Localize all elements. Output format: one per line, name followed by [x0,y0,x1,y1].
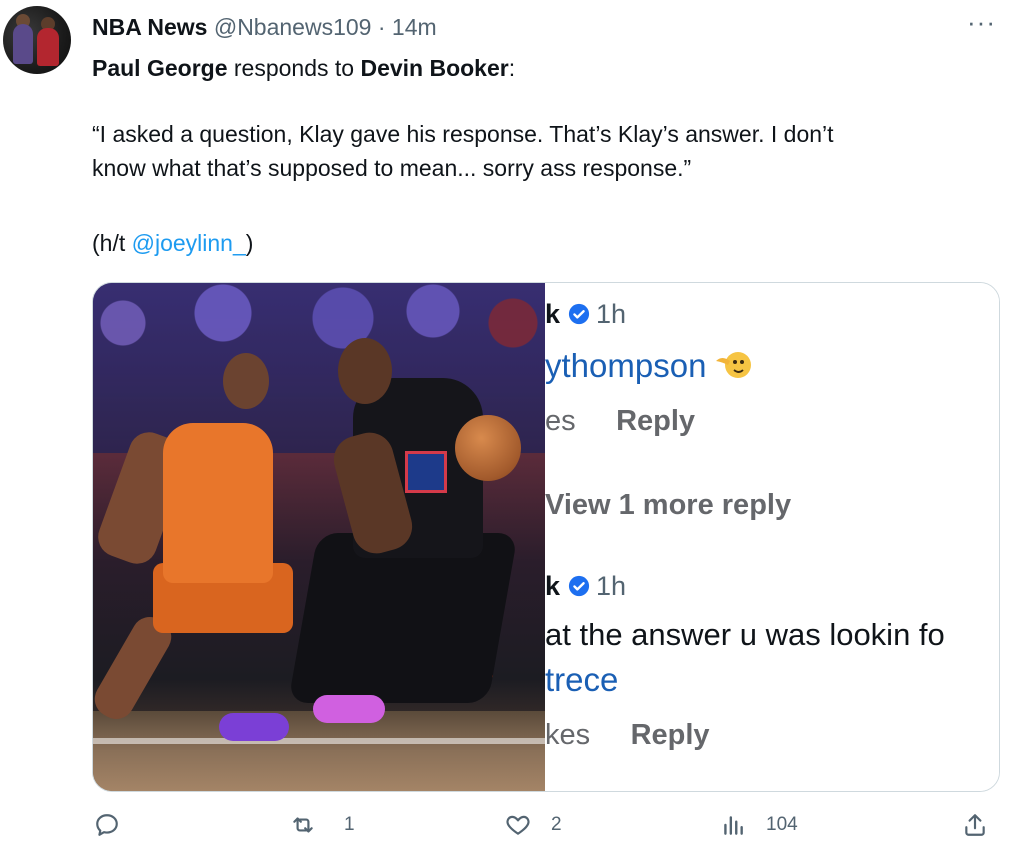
tweet-time[interactable]: 14m [392,14,437,40]
share-icon [965,814,985,836]
comment-1-reply: Reply [616,405,696,437]
tweet-media[interactable]: k 1h ythompson es Reply View 1 more reply… [92,282,1000,792]
comment-1-user: ythompson [545,347,707,384]
quote-line-2: know what that’s supposed to mean... sor… [92,155,692,181]
separator-dot: · [377,14,386,40]
comment-2-user-line: trece [545,661,618,699]
views-icon [724,816,743,835]
comment-2-text: at the answer u was lookin fo [545,617,945,652]
reply-icon [96,814,118,836]
verified-badge-icon [568,575,590,597]
comment-2-body: at the answer u was lookin fo [545,617,945,653]
retweet-count: 1 [344,814,355,835]
pointing-hand-emoji-icon [716,352,752,378]
hat-tip: (h/t @joeylinn_) [92,226,253,261]
tweet-text-line1: Paul George responds to Devin Booker: [92,51,515,86]
comment-1-author: k [545,299,561,329]
comment-2-time: 1h [596,571,627,601]
more-options-icon[interactable]: ··· [967,9,996,35]
text-responds: responds to [227,55,361,81]
tweet-header: NBA News @Nbanews109 · 14m [92,12,437,42]
comment-1-body: ythompson [545,345,754,385]
basketball-photo[interactable] [93,283,545,791]
comment-2-user: trece [545,661,619,698]
views-button[interactable]: 104 [720,812,798,838]
like-count: 2 [551,814,562,835]
comment-1-actions: es Reply [545,405,695,438]
like-button[interactable]: 2 [505,812,562,838]
author-name[interactable]: NBA News [92,14,207,40]
retweet-icon [293,817,313,833]
tweet-actions: 1 2 104 [0,812,1010,848]
comment-2-reply: Reply [630,719,710,751]
hat-tip-suffix: ) [245,230,254,256]
verified-badge-icon [568,303,590,325]
comment-1-likes: es [545,405,576,437]
author-avatar[interactable] [3,6,71,74]
comment-2-author: k [545,571,561,601]
bold-devin-booker: Devin Booker [360,55,509,81]
heart-icon [506,815,530,835]
author-handle[interactable]: @Nbanews109 [214,14,372,40]
reply-button[interactable] [94,812,140,838]
comment-1-time: 1h [596,299,627,329]
view-more-text: View 1 more reply [545,489,792,521]
views-count: 104 [766,814,798,835]
hat-tip-prefix: (h/t [92,230,132,256]
retweet-button[interactable]: 1 [290,812,355,838]
comment-2-likes: kes [545,719,591,751]
mention-link[interactable]: @joeylinn_ [132,230,246,256]
comment-2-header: k 1h [545,571,626,602]
share-button[interactable] [962,812,988,838]
view-more-replies: View 1 more reply [545,489,791,522]
quote-line-1: “I asked a question, Klay gave his respo… [92,121,834,147]
text-colon: : [508,55,516,81]
comment-1-header: k 1h [545,299,626,330]
comments-screenshot: k 1h ythompson es Reply View 1 more reply… [545,283,999,791]
comment-2-actions: kes Reply [545,719,710,752]
bold-paul-george: Paul George [92,55,228,81]
